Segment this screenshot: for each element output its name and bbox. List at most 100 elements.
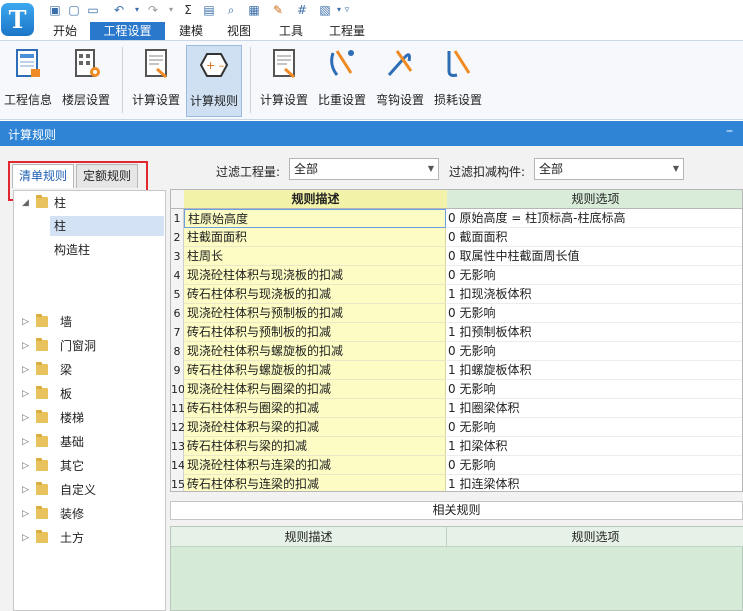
rule-option-cell[interactable]: 0 原始高度 = 柱顶标高-柱底标高 [447, 209, 742, 228]
chevron-down-icon[interactable]: ▼ [428, 159, 434, 179]
new-icon[interactable]: ▢ [67, 3, 81, 17]
rule-option-cell[interactable]: 1 扣螺旋板体积 [447, 361, 742, 380]
sum-icon[interactable]: Σ [181, 3, 195, 17]
density-settings-button[interactable]: 比重设置 [316, 45, 368, 117]
tab-modeling[interactable]: 建模 [174, 22, 208, 40]
table-row[interactable]: 2 柱截面面积 0 截面面积 [171, 228, 742, 247]
rule-option-cell[interactable]: 0 无影响 [447, 266, 742, 285]
tab-project-settings[interactable]: 工程设置 [90, 22, 165, 40]
save-icon[interactable]: ▣ [48, 3, 62, 17]
rule-option-cell[interactable]: 0 取属性中柱截面周长值 [447, 247, 742, 266]
tab-view[interactable]: 视图 [222, 22, 256, 40]
table-row[interactable]: 10 现浇砼柱体积与圈梁的扣减 0 无影响 [171, 380, 742, 399]
filter-quantity-select[interactable]: 全部 ▼ [289, 158, 439, 180]
report-icon[interactable]: ▤ [202, 3, 216, 17]
project-info-button[interactable]: 工程信息 [2, 45, 54, 117]
rule-description-cell: 砖石柱体积与现浇板的扣减 [184, 285, 446, 304]
rebar-calc-settings-button[interactable]: 计算设置 [256, 45, 312, 117]
table-row[interactable]: 1 柱原始高度 0 原始高度 = 柱顶标高-柱底标高 [171, 209, 742, 228]
related-rules-grid: 规则描述 规则选项 [170, 526, 743, 611]
calc-rules-button[interactable]: + – 计算规则 [186, 45, 242, 117]
rule-option-cell[interactable]: 1 扣预制板体积 [447, 323, 742, 342]
tree-node-column[interactable]: ◢ 柱 [22, 193, 162, 213]
edit-icon[interactable]: ✎ [271, 3, 285, 17]
calc-settings-button[interactable]: 计算设置 [128, 45, 184, 117]
table-row[interactable]: 13 砖石柱体积与梁的扣减 1 扣梁体积 [171, 437, 742, 456]
tree-node-label: 其它 [60, 459, 85, 473]
rule-option-cell[interactable]: 1 扣梁体积 [447, 437, 742, 456]
tab-tools[interactable]: 工具 [274, 22, 308, 40]
expand-arrow-icon[interactable]: ▷ [22, 480, 30, 500]
rule-option-cell[interactable]: 0 无影响 [447, 418, 742, 437]
filter-component-select[interactable]: 全部 ▼ [534, 158, 684, 180]
related-header-description[interactable]: 规则描述 [171, 527, 447, 547]
row-number: 2 [171, 228, 184, 247]
ribbon-button-label: 工程信息 [3, 93, 52, 107]
loss-settings-button[interactable]: 损耗设置 [430, 45, 486, 117]
rule-option-cell[interactable]: 1 扣圈梁体积 [447, 399, 742, 418]
rule-option-cell[interactable]: 1 扣现浇板体积 [447, 285, 742, 304]
expand-arrow-icon[interactable]: ▷ [22, 432, 30, 452]
rule-option-cell[interactable]: 0 无影响 [447, 342, 742, 361]
rule-option-cell[interactable]: 0 无影响 [447, 456, 742, 475]
open-icon[interactable]: ▭ [86, 3, 100, 17]
tree-node-other[interactable]: ▷ 其它 [22, 456, 162, 476]
table-row[interactable]: 14 现浇砼柱体积与连梁的扣减 0 无影响 [171, 456, 742, 475]
tab-quantity[interactable]: 工程量 [324, 22, 370, 40]
related-rules-bar[interactable]: 相关规则 [170, 501, 743, 520]
tab-start[interactable]: 开始 [48, 22, 82, 40]
table-row[interactable]: 11 砖石柱体积与圈梁的扣减 1 扣圈梁体积 [171, 399, 742, 418]
expand-arrow-icon[interactable]: ▷ [22, 312, 30, 332]
column-header-description[interactable]: 规则描述 [184, 190, 447, 209]
tree-node-earthwork[interactable]: ▷ 土方 [22, 528, 162, 548]
table-row[interactable]: 3 柱周长 0 取属性中柱截面周长值 [171, 247, 742, 266]
minimize-icon[interactable]: – [726, 123, 733, 139]
app-logo[interactable]: T [1, 3, 34, 36]
rule-option-cell[interactable]: 0 截面面积 [447, 228, 742, 247]
redo-dropdown-icon[interactable]: ▾ [164, 3, 178, 17]
related-header-option[interactable]: 规则选项 [447, 527, 743, 547]
find-icon[interactable]: ⌕ [224, 3, 238, 17]
collapse-arrow-icon[interactable]: ◢ [22, 193, 30, 213]
rule-option-cell[interactable]: 0 无影响 [447, 380, 742, 399]
tree-node-foundation[interactable]: ▷ 基础 [22, 432, 162, 452]
tree-node-stairs[interactable]: ▷ 楼梯 [22, 408, 162, 428]
customize-icon[interactable]: ▿ [340, 3, 354, 17]
expand-arrow-icon[interactable]: ▷ [22, 504, 30, 524]
redo-icon[interactable]: ↷ [146, 3, 160, 17]
tree-node-column-child[interactable]: 柱 [50, 216, 164, 236]
table-row[interactable]: 6 现浇砼柱体积与预制板的扣减 0 无影响 [171, 304, 742, 323]
expand-arrow-icon[interactable]: ▷ [22, 408, 30, 428]
expand-arrow-icon[interactable]: ▷ [22, 456, 30, 476]
tree-node-finishing[interactable]: ▷ 装修 [22, 504, 162, 524]
table-row[interactable]: 5 砖石柱体积与现浇板的扣减 1 扣现浇板体积 [171, 285, 742, 304]
table-row[interactable]: 7 砖石柱体积与预制板的扣减 1 扣预制板体积 [171, 323, 742, 342]
tree-node-wall[interactable]: ▷ 墙 [22, 312, 162, 332]
tree-node-beam[interactable]: ▷ 梁 [22, 360, 162, 380]
hook-settings-button[interactable]: 弯钩设置 [372, 45, 428, 117]
export-icon[interactable]: ▦ [247, 3, 261, 17]
tree-node-custom[interactable]: ▷ 自定义 [22, 480, 162, 500]
rule-option-cell[interactable]: 1 扣连梁体积 [447, 475, 742, 491]
layout-icon[interactable]: ▧ [318, 3, 332, 17]
table-row[interactable]: 15 砖石柱体积与连梁的扣减 1 扣连梁体积 [171, 475, 742, 491]
tree-node-slab[interactable]: ▷ 板 [22, 384, 162, 404]
expand-arrow-icon[interactable]: ▷ [22, 528, 30, 548]
undo-icon[interactable]: ↶ [112, 3, 126, 17]
chevron-down-icon[interactable]: ▼ [673, 159, 679, 179]
expand-arrow-icon[interactable]: ▷ [22, 360, 30, 380]
expand-arrow-icon[interactable]: ▷ [22, 336, 30, 356]
expand-arrow-icon[interactable]: ▷ [22, 384, 30, 404]
tree-node-constructional-column[interactable]: 构造柱 [50, 240, 164, 260]
tree-node-door-window[interactable]: ▷ 门窗洞 [22, 336, 162, 356]
floor-settings-button[interactable]: 楼层设置 [58, 45, 114, 117]
column-header-option[interactable]: 规则选项 [447, 190, 742, 209]
table-row[interactable]: 4 现浇砼柱体积与现浇板的扣减 0 无影响 [171, 266, 742, 285]
rebar-calc-settings-icon [267, 47, 301, 81]
table-row[interactable]: 12 现浇砼柱体积与梁的扣减 0 无影响 [171, 418, 742, 437]
rule-option-cell[interactable]: 0 无影响 [447, 304, 742, 323]
table-row[interactable]: 8 现浇砼柱体积与螺旋板的扣减 0 无影响 [171, 342, 742, 361]
grid-icon[interactable]: # [295, 3, 309, 17]
table-row[interactable]: 9 砖石柱体积与螺旋板的扣减 1 扣螺旋板体积 [171, 361, 742, 380]
undo-dropdown-icon[interactable]: ▾ [130, 3, 144, 17]
